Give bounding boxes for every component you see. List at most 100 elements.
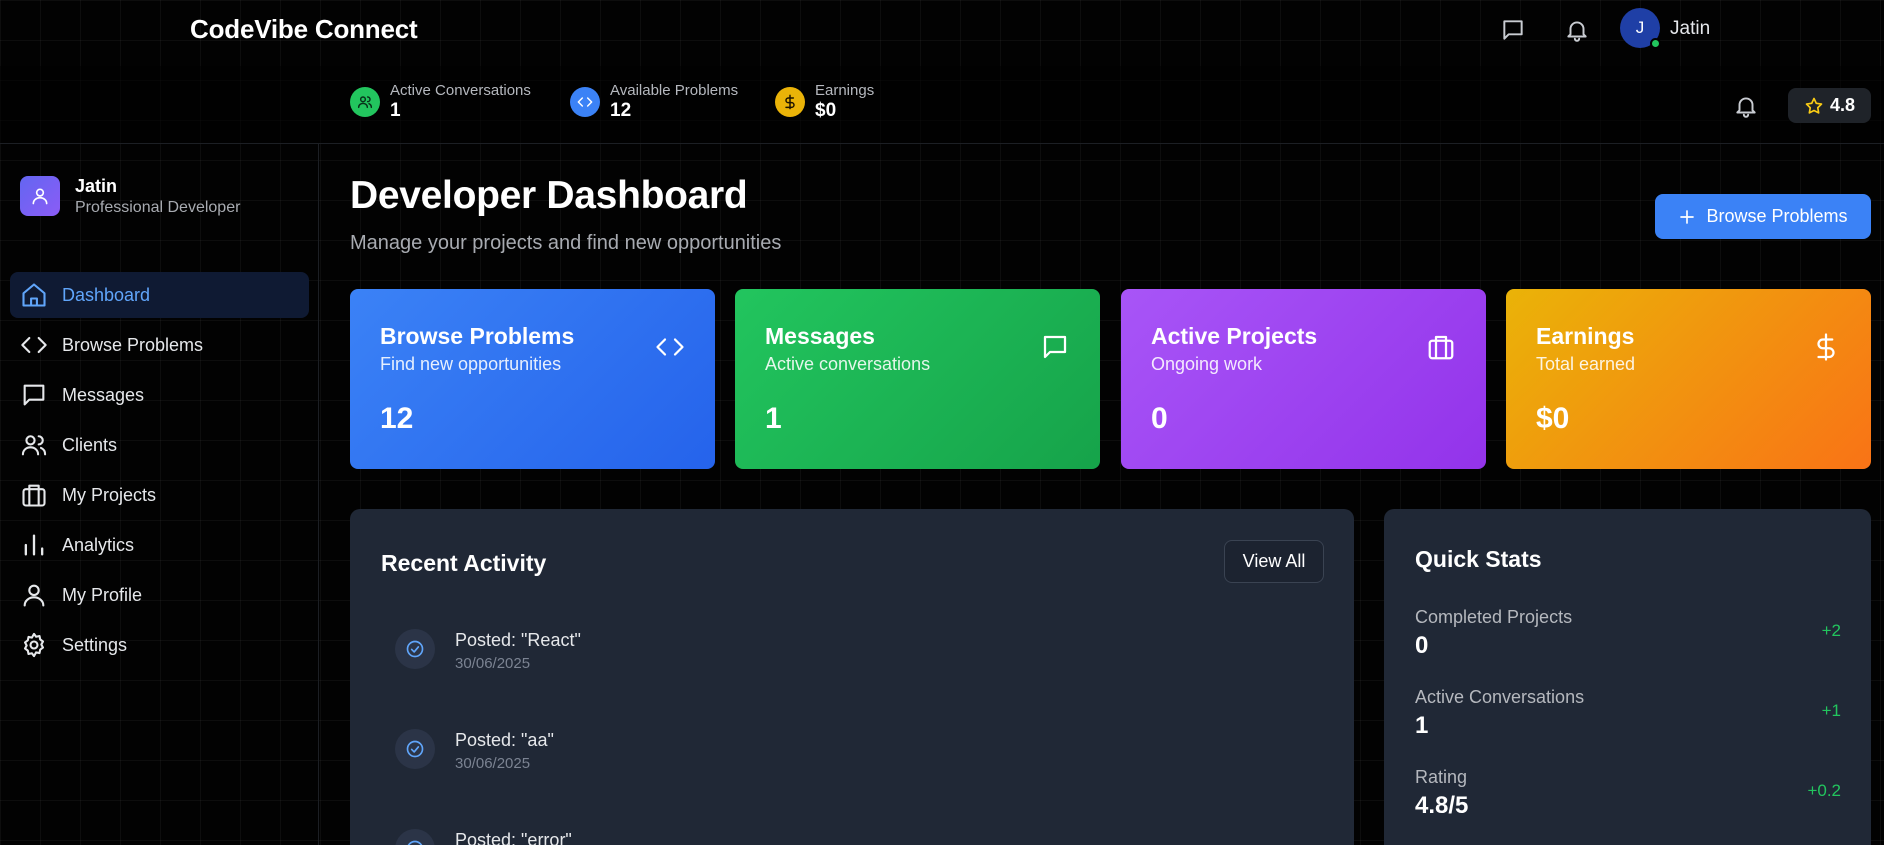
check-circle-icon	[395, 829, 435, 845]
code-icon	[655, 332, 685, 362]
quick-stat-rating: Rating 4.8/5 +0.2	[1415, 767, 1841, 820]
header-username[interactable]: Jatin	[1670, 18, 1710, 40]
message-icon[interactable]	[1500, 17, 1526, 43]
bar-chart-icon	[20, 531, 48, 559]
bell-icon[interactable]	[1564, 17, 1590, 43]
stat-value: $0	[815, 100, 837, 121]
dollar-icon	[1811, 332, 1841, 362]
plus-icon	[1678, 208, 1696, 226]
code-icon	[570, 87, 600, 117]
star-icon	[1804, 96, 1824, 116]
sidebar-item-dashboard[interactable]: Dashboard	[10, 272, 309, 318]
stat-active-conversations: Active Conversations 1	[350, 82, 531, 122]
card-subtitle: Total earned	[1536, 354, 1636, 374]
rating-badge[interactable]: 4.8	[1788, 88, 1871, 123]
quick-stats-title: Quick Stats	[1415, 546, 1542, 572]
recent-activity-panel: Recent Activity View All Posted: "React"…	[350, 509, 1354, 845]
profile-role: Professional Developer	[75, 199, 241, 216]
home-icon	[20, 281, 48, 309]
card-value: $0	[1536, 402, 1570, 435]
top-header: CodeVibe Connect J Jatin	[0, 0, 1884, 66]
briefcase-icon	[20, 481, 48, 509]
card-browse-problems[interactable]: Browse Problems Find new opportunities 1…	[350, 289, 715, 469]
sidebar-item-browse-problems[interactable]: Browse Problems	[10, 322, 309, 368]
stat-label: Available Problems	[610, 82, 739, 99]
brand-logo-text[interactable]: CodeVibe Connect	[190, 14, 418, 45]
browse-problems-button[interactable]: Browse Problems	[1655, 194, 1871, 239]
activity-text: Posted: "aa"	[455, 730, 554, 750]
activity-date: 30/06/2025	[455, 755, 531, 772]
check-circle-icon	[395, 729, 435, 769]
sidebar-item-messages[interactable]: Messages	[10, 372, 309, 418]
card-title: Earnings	[1536, 323, 1635, 349]
sidebar: Jatin Professional Developer Dashboard B…	[0, 144, 319, 845]
online-status-indicator	[1650, 38, 1661, 49]
card-subtitle: Ongoing work	[1151, 354, 1263, 374]
card-value: 12	[380, 402, 414, 435]
sidebar-item-settings[interactable]: Settings	[10, 622, 309, 668]
sidebar-item-label: Clients	[62, 434, 118, 455]
settings-icon	[20, 631, 48, 659]
stat-label: Active Conversations	[390, 82, 531, 99]
rating-value: 4.8	[1829, 95, 1856, 115]
quick-stat-label: Rating	[1415, 767, 1468, 787]
quick-stat-change: +0.2	[1807, 781, 1841, 800]
stat-earnings: Earnings $0	[775, 82, 874, 122]
card-title: Messages	[765, 323, 875, 349]
stat-label: Earnings	[815, 82, 875, 99]
quick-stat-completed-projects: Completed Projects 0 +2	[1415, 607, 1841, 660]
profile-name: Jatin	[75, 176, 118, 196]
browse-problems-button-label: Browse Problems	[1706, 206, 1848, 226]
message-icon	[20, 381, 48, 409]
activity-item[interactable]: Posted: "React" 30/06/2025	[395, 629, 581, 672]
quick-stat-value: 0	[1415, 632, 1429, 659]
quick-stat-change: +1	[1821, 701, 1841, 720]
profile-avatar	[20, 176, 60, 216]
card-title: Active Projects	[1151, 323, 1318, 349]
card-value: 0	[1151, 402, 1168, 435]
sidebar-item-label: Analytics	[62, 534, 135, 555]
quick-stat-active-conversations: Active Conversations 1 +1	[1415, 687, 1841, 740]
dollar-icon	[775, 87, 805, 117]
card-active-projects[interactable]: Active Projects Ongoing work 0	[1121, 289, 1486, 469]
users-icon	[20, 431, 48, 459]
view-all-button[interactable]: View All	[1224, 540, 1324, 583]
quick-stat-label: Active Conversations	[1415, 687, 1585, 707]
quick-stat-value: 4.8/5	[1415, 792, 1469, 819]
quick-stats-panel: Quick Stats Completed Projects 0 +2 Acti…	[1384, 509, 1871, 845]
sidebar-item-label: My Projects	[62, 484, 157, 505]
card-subtitle: Find new opportunities	[380, 354, 562, 374]
stats-bar: Active Conversations 1 Available Problem…	[0, 66, 1884, 144]
code-icon	[20, 331, 48, 359]
stat-available-problems: Available Problems 12	[570, 82, 738, 122]
sidebar-item-my-profile[interactable]: My Profile	[10, 572, 309, 618]
notifications-bell-icon[interactable]	[1733, 93, 1759, 119]
user-icon	[20, 581, 48, 609]
message-icon	[1040, 332, 1070, 362]
sidebar-item-label: My Profile	[62, 584, 143, 605]
activity-item[interactable]: Posted: "error"	[395, 829, 572, 845]
card-subtitle: Active conversations	[765, 354, 931, 374]
activity-date: 30/06/2025	[455, 655, 531, 672]
sidebar-item-my-projects[interactable]: My Projects	[10, 472, 309, 518]
quick-stat-change: +2	[1821, 621, 1841, 640]
stat-value: 12	[610, 100, 632, 121]
card-value: 1	[765, 402, 782, 435]
recent-activity-title: Recent Activity	[381, 550, 547, 576]
check-circle-icon	[395, 629, 435, 669]
sidebar-item-label: Settings	[62, 634, 128, 655]
stat-value: 1	[390, 100, 401, 121]
sidebar-item-analytics[interactable]: Analytics	[10, 522, 309, 568]
sidebar-nav: Dashboard Browse Problems Messages Clien…	[10, 272, 309, 672]
activity-item[interactable]: Posted: "aa" 30/06/2025	[395, 729, 554, 772]
activity-text: Posted: "error"	[455, 830, 572, 845]
sidebar-item-label: Dashboard	[62, 284, 151, 305]
sidebar-item-label: Browse Problems	[62, 334, 204, 355]
card-earnings[interactable]: Earnings Total earned $0	[1506, 289, 1871, 469]
card-title: Browse Problems	[380, 323, 575, 349]
quick-stat-label: Completed Projects	[1415, 607, 1573, 627]
card-messages[interactable]: Messages Active conversations 1	[735, 289, 1100, 469]
sidebar-item-clients[interactable]: Clients	[10, 422, 309, 468]
sidebar-item-label: Messages	[62, 384, 145, 405]
users-icon	[350, 87, 380, 117]
